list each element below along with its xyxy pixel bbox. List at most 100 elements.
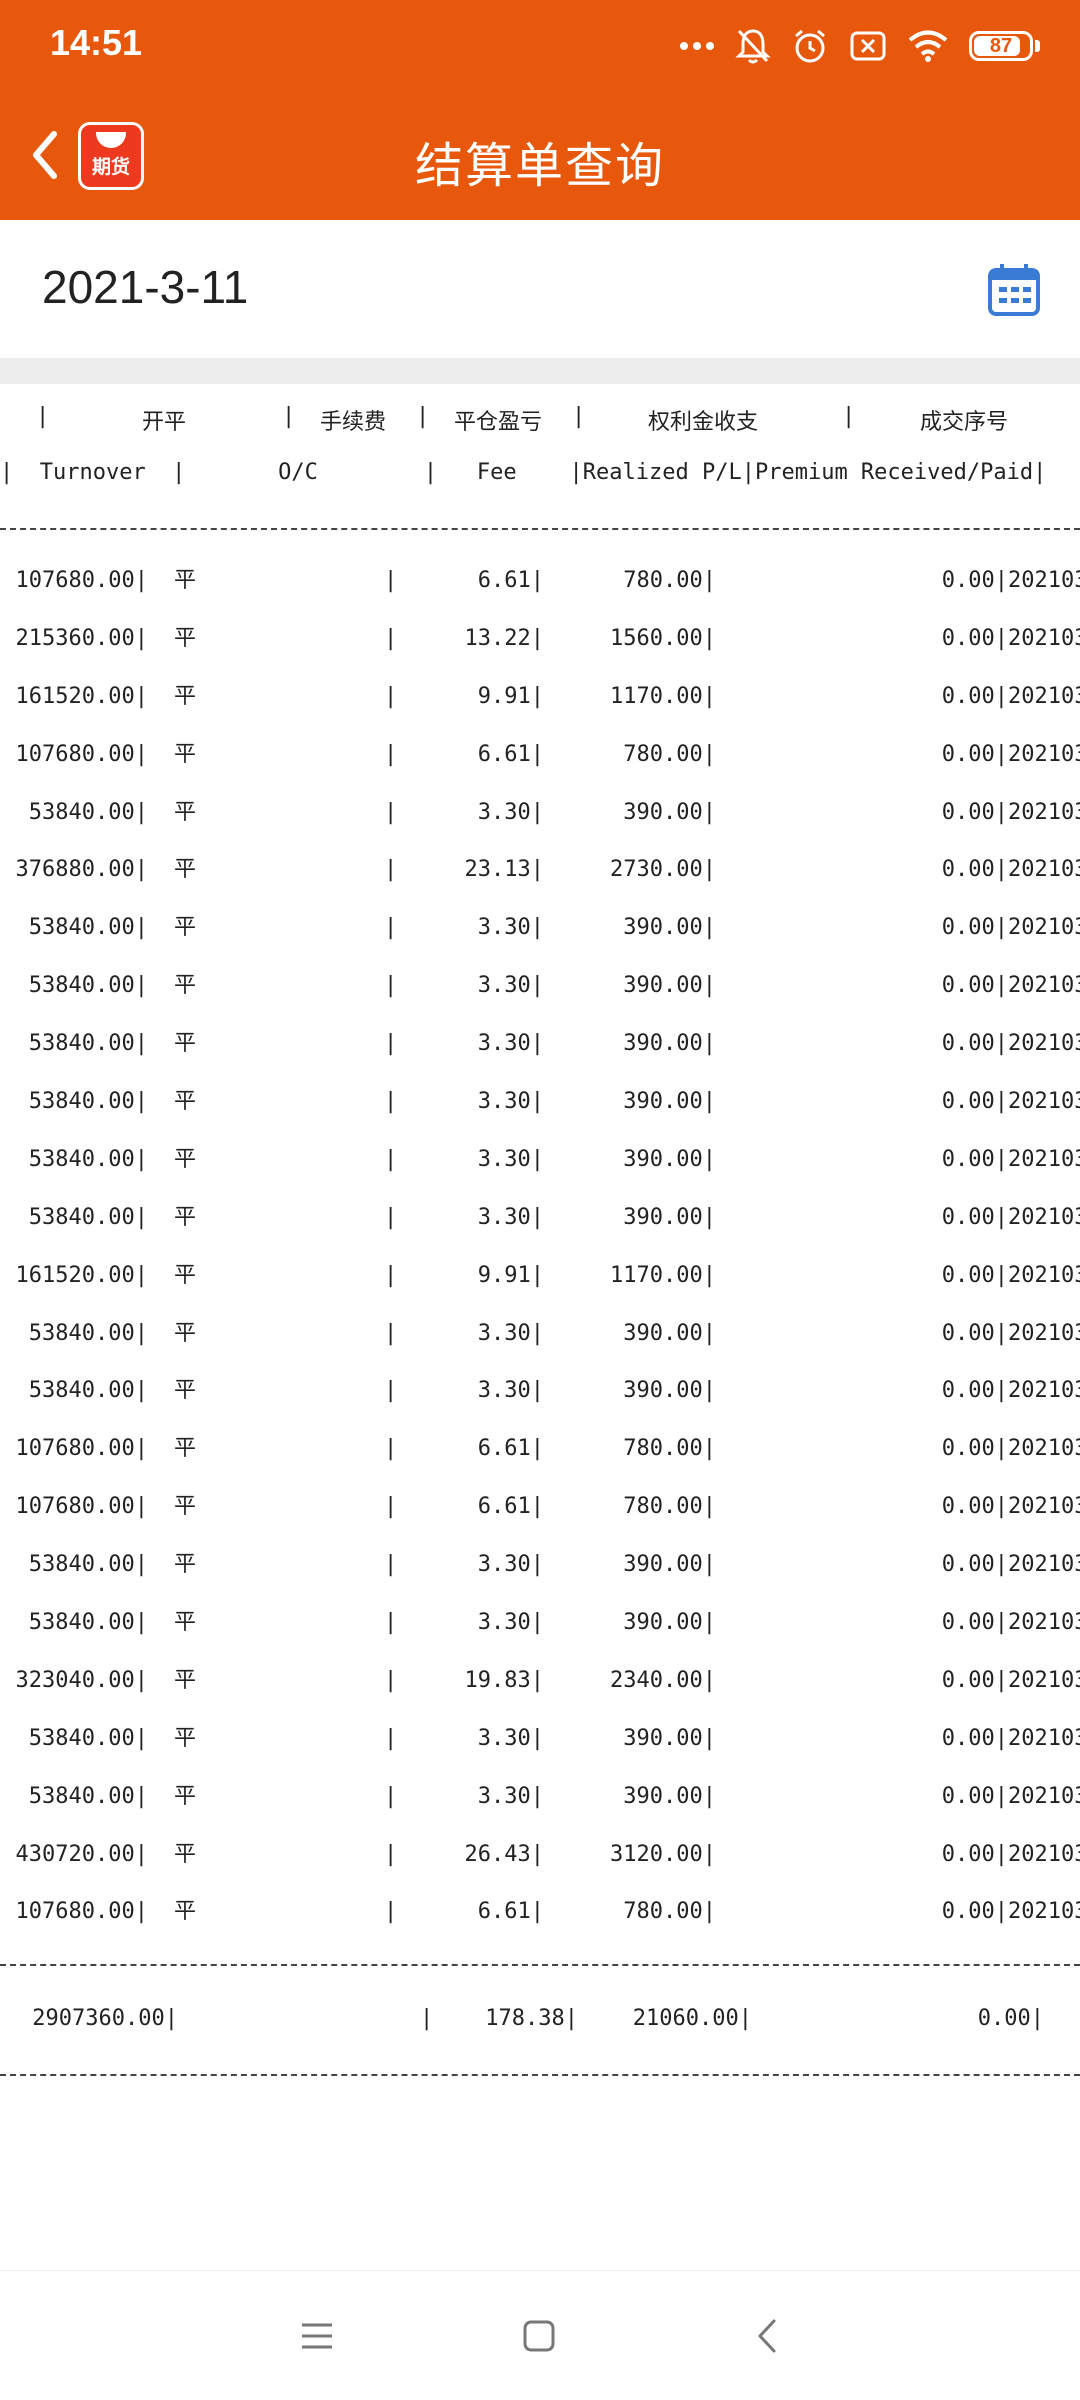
- table-row: 107680.00| 平 | 6.61| 780.00| 0.00| 202103: [0, 1434, 1080, 1492]
- row-premium: 0.00|: [941, 741, 1008, 767]
- row-fee: 3.30|: [477, 1783, 544, 1809]
- row-realized-pl: 780.00|: [623, 1494, 716, 1520]
- table-row: 376880.00| 平 | 23.13| 2730.00| 0.00| 202103: [0, 855, 1080, 913]
- row-premium: 0.00|: [941, 1262, 1008, 1288]
- row-realized-pl: 390.00|: [623, 799, 716, 825]
- header-oc-cn: 开平: [142, 410, 187, 435]
- row-open-close: 平: [174, 1146, 197, 1172]
- row-turnover: 53840.00|: [28, 915, 148, 941]
- row-realized-pl: 390.00|: [623, 1783, 716, 1809]
- table-row: 53840.00| 平 | 3.30| 390.00| 0.00| 202103: [0, 1203, 1080, 1261]
- row-premium: 0.00|: [941, 625, 1008, 651]
- row-realized-pl: 780.00|: [623, 741, 716, 767]
- nav-menu-button[interactable]: [292, 2311, 342, 2361]
- row-premium: 0.00|: [941, 1610, 1008, 1636]
- row-premium: 0.00|: [941, 1320, 1008, 1346]
- dashed-separator: [0, 2074, 1080, 2076]
- table-row: 107680.00| 平 | 6.61| 780.00| 0.00| 202103: [0, 740, 1080, 798]
- row-fee: 9.91|: [477, 683, 544, 709]
- row-premium: 0.00|: [941, 973, 1008, 999]
- table-row: 53840.00| 平 | 3.30| 390.00| 0.00| 202103: [0, 1029, 1080, 1087]
- row-fee: 3.30|: [477, 799, 544, 825]
- bell-muted-icon: [735, 27, 771, 65]
- row-fee: 3.30|: [477, 1204, 544, 1230]
- row-premium: 0.00|: [941, 1783, 1008, 1809]
- status-time: 14:51: [50, 22, 143, 63]
- row-trade-seq: 202103: [1008, 1436, 1080, 1462]
- row-open-close: 平: [174, 1783, 197, 1809]
- page-title: 结算单查询: [414, 138, 665, 194]
- row-open-close: 平: [174, 1899, 197, 1925]
- row-fee: 6.61|: [477, 568, 544, 593]
- row-trade-seq: 202103: [1008, 741, 1080, 767]
- row-fee: 3.30|: [477, 915, 544, 941]
- row-fee: 9.91|: [477, 1262, 544, 1288]
- row-realized-pl: 1170.00|: [610, 683, 716, 709]
- row-trade-seq: 202103: [1008, 1031, 1080, 1057]
- row-trade-seq: 202103: [1008, 1378, 1080, 1404]
- row-trade-seq: 202103: [1008, 1089, 1080, 1115]
- row-trade-seq: 202103: [1008, 915, 1080, 941]
- nav-back-button[interactable]: [742, 2311, 792, 2361]
- header-pl-cn: 平仓盈亏: [454, 410, 543, 435]
- row-open-close: 平: [174, 799, 197, 825]
- row-fee: 3.30|: [477, 1552, 544, 1578]
- row-open-close: 平: [174, 1494, 197, 1520]
- row-turnover: 53840.00|: [28, 1146, 148, 1172]
- dashed-separator: [0, 528, 1080, 530]
- table-row: 53840.00| 平 | 3.30| 390.00| 0.00| 202103: [0, 1608, 1080, 1666]
- row-trade-seq: 202103: [1008, 1320, 1080, 1346]
- calendar-button[interactable]: [986, 262, 1042, 318]
- row-trade-seq: 202103: [1008, 1783, 1080, 1809]
- report-header-en: | Turnover | O/C | Fee |Realized P/L|Pre…: [0, 460, 1047, 485]
- row-premium: 0.00|: [941, 683, 1008, 709]
- row-open-close: 平: [174, 1610, 197, 1636]
- sim-off-icon: [849, 30, 887, 62]
- row-premium: 0.00|: [941, 1031, 1008, 1057]
- table-row: 161520.00| 平 | 9.91| 1170.00| 0.00| 202103: [0, 1261, 1080, 1319]
- app-header: 14:51 87 期货 结算单查询: [0, 0, 1080, 220]
- row-fee: 3.30|: [477, 1031, 544, 1057]
- total-row: 2907360.00| | 178.38| 21060.00| 0.00|: [0, 2006, 1080, 2046]
- row-turnover: 53840.00|: [28, 1089, 148, 1115]
- wifi-icon: [907, 29, 949, 63]
- row-realized-pl: 1170.00|: [610, 1262, 716, 1288]
- row-premium: 0.00|: [941, 1204, 1008, 1230]
- row-turnover: 53840.00|: [28, 1725, 148, 1751]
- row-open-close: 平: [174, 857, 197, 883]
- row-turnover: 53840.00|: [28, 1204, 148, 1230]
- nav-home-button[interactable]: [514, 2311, 564, 2361]
- row-open-close: 平: [174, 568, 197, 593]
- row-turnover: 107680.00|: [15, 1494, 148, 1520]
- selected-date[interactable]: 2021-3-11: [42, 260, 248, 314]
- row-turnover: 53840.00|: [28, 1610, 148, 1636]
- row-fee: 13.22|: [464, 625, 544, 651]
- row-turnover: 53840.00|: [28, 799, 148, 825]
- row-trade-seq: 202103: [1008, 1262, 1080, 1288]
- row-fee: 6.61|: [477, 1899, 544, 1925]
- row-turnover: 376880.00|: [15, 857, 148, 883]
- row-open-close: 平: [174, 1725, 197, 1751]
- back-chevron-icon: [758, 2319, 776, 2353]
- total-premium: 0.00|: [977, 2006, 1044, 2031]
- row-fee: 3.30|: [477, 1089, 544, 1115]
- row-fee: 6.61|: [477, 1436, 544, 1462]
- report-header-cn: | 开平 | 手续费 | 平仓盈亏 | 权利金收支 | 成交序号: [36, 404, 1009, 435]
- row-turnover: 430720.00|: [15, 1841, 148, 1867]
- row-trade-seq: 202103: [1008, 1146, 1080, 1172]
- row-premium: 0.00|: [941, 1725, 1008, 1751]
- alarm-icon: [791, 27, 829, 65]
- row-realized-pl: 390.00|: [623, 1204, 716, 1230]
- row-fee: 3.30|: [477, 1610, 544, 1636]
- row-realized-pl: 390.00|: [623, 1725, 716, 1751]
- row-turnover: 53840.00|: [28, 973, 148, 999]
- settlement-report[interactable]: | 开平 | 手续费 | 平仓盈亏 | 权利金收支 | 成交序号 | Turno…: [0, 384, 1080, 2270]
- row-trade-seq: 202103: [1008, 625, 1080, 651]
- row-open-close: 平: [174, 1262, 197, 1288]
- row-realized-pl: 780.00|: [623, 1899, 716, 1925]
- calendar-icon: [988, 264, 1040, 316]
- more-dots-icon: [679, 41, 715, 51]
- row-open-close: 平: [174, 1667, 197, 1693]
- row-open-close: 平: [174, 1089, 197, 1115]
- row-trade-seq: 202103: [1008, 857, 1080, 883]
